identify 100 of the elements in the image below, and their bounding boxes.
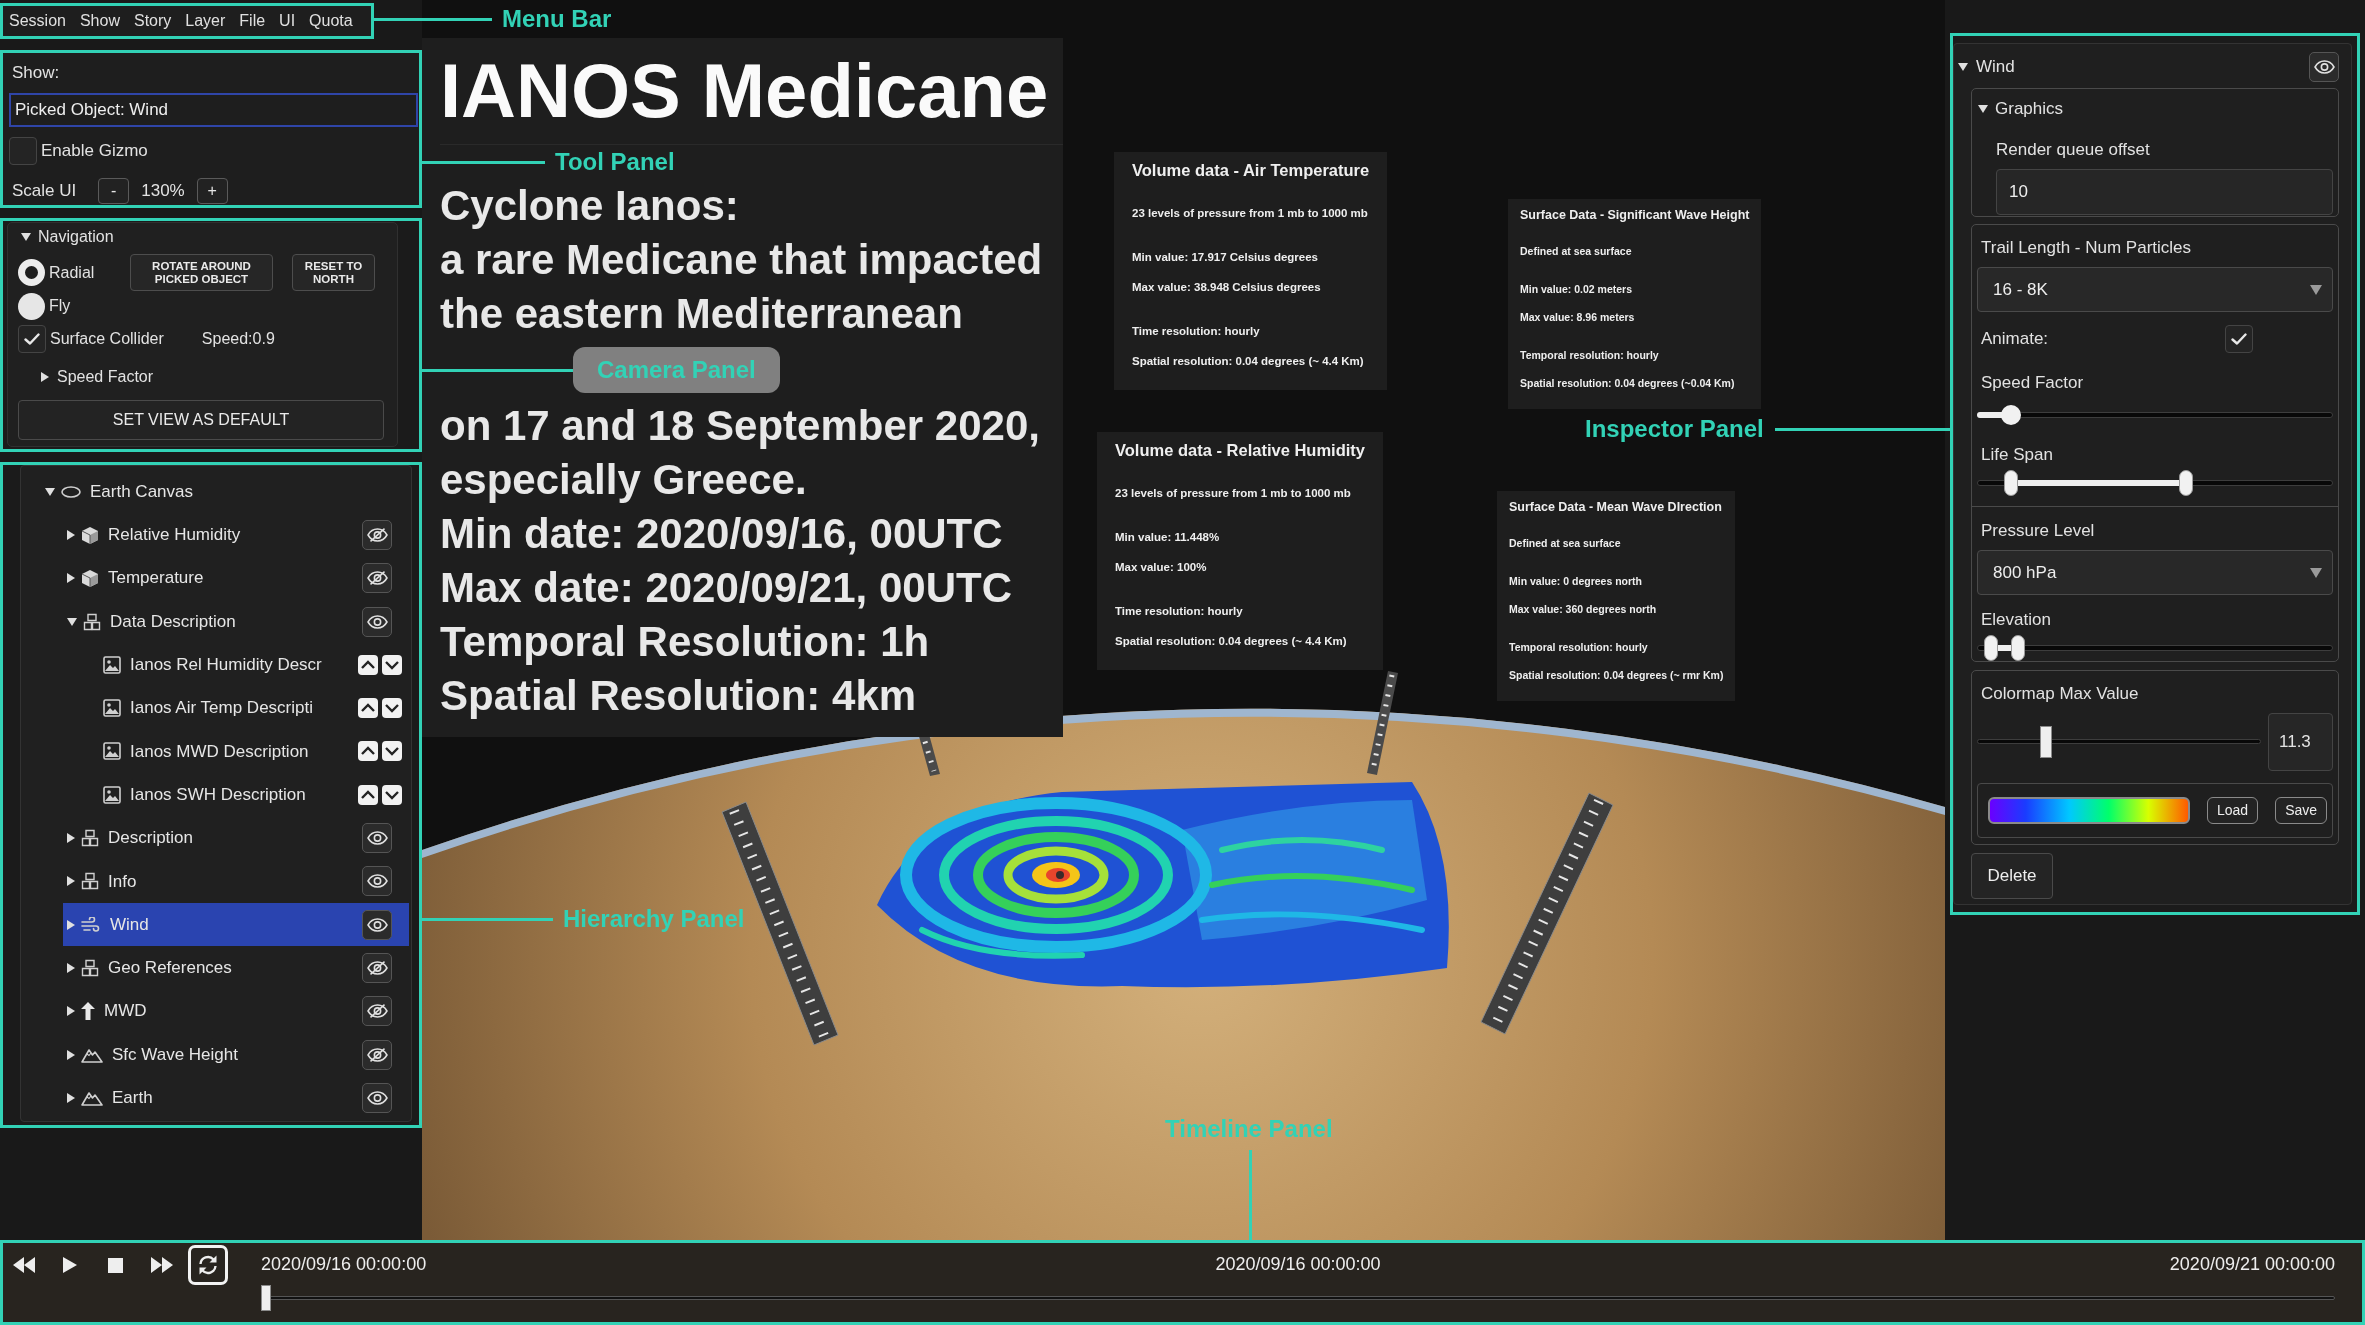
visibility-toggle[interactable] <box>362 563 392 594</box>
menu-item[interactable]: Quota <box>309 11 353 31</box>
tree-row[interactable]: Relative Humidity <box>63 513 409 557</box>
caret-icon[interactable] <box>67 1049 75 1060</box>
chevron-down-icon[interactable] <box>382 741 402 762</box>
slider-thumb[interactable] <box>2004 470 2019 496</box>
render-queue-field[interactable]: 10 <box>1996 169 2333 215</box>
range-slider-track[interactable] <box>1977 470 2333 496</box>
pressure-level-dropdown[interactable]: 800 hPa <box>1977 550 2333 595</box>
visibility-toggle[interactable] <box>362 952 392 983</box>
tree-row[interactable]: Info <box>63 859 409 903</box>
visibility-toggle[interactable] <box>362 823 392 853</box>
loop-toggle[interactable] <box>188 1245 228 1285</box>
stop-icon[interactable] <box>108 1257 123 1273</box>
slider-thumb[interactable] <box>2039 726 2052 758</box>
tree-row[interactable]: Ianos SWH Description <box>85 773 409 817</box>
checkbox[interactable] <box>2225 325 2253 353</box>
slider-track[interactable] <box>1977 726 2261 758</box>
info-card-text: Min value: 11.448% <box>1115 530 1221 545</box>
chevron-up-icon[interactable] <box>358 784 378 805</box>
tree-row[interactable]: Data Description <box>63 599 409 644</box>
tree-row[interactable]: Earth <box>63 1076 409 1120</box>
nav-action-button[interactable]: ROTATE AROUND PICKED OBJECT <box>130 254 273 291</box>
set-default-view-button[interactable]: SET VIEW AS DEFAULT <box>18 400 384 440</box>
save-button[interactable]: Save <box>2275 797 2328 824</box>
slider-thumb[interactable] <box>2000 405 2021 425</box>
tree-row[interactable]: Earth Canvas <box>41 470 409 514</box>
tree-row[interactable]: MWD <box>63 989 409 1033</box>
picked-object-field[interactable]: Picked Object: Wind <box>9 93 418 127</box>
tree-row[interactable]: Ianos Air Temp Descripti <box>85 686 409 730</box>
nav-action-button[interactable]: RESET TO NORTH <box>292 254 375 291</box>
caret-icon[interactable] <box>67 573 75 584</box>
eye-icon <box>366 1090 388 1105</box>
tree-row[interactable]: Ianos MWD Description <box>85 729 409 774</box>
radio-button[interactable] <box>18 292 45 320</box>
story-title: IANOS Medicane <box>440 38 1063 145</box>
caret-icon[interactable] <box>45 487 55 496</box>
chevron-down-icon[interactable] <box>382 784 402 805</box>
delete-button[interactable]: Delete <box>1971 853 2053 899</box>
caret-icon[interactable] <box>67 1092 75 1103</box>
tree-row[interactable]: Ianos Rel Humidity Descr <box>85 643 409 687</box>
caret-icon[interactable] <box>21 233 31 241</box>
caret-icon[interactable] <box>67 1006 75 1017</box>
field-label: Elevation <box>1981 609 2052 631</box>
radio-label: Fly <box>49 296 71 316</box>
caret-icon[interactable] <box>67 833 75 843</box>
tree-row[interactable]: Geo References <box>63 946 409 990</box>
visibility-toggle[interactable] <box>362 519 392 550</box>
tree-row[interactable]: Description <box>63 816 409 860</box>
caret-icon[interactable] <box>1958 63 1968 71</box>
chevron-down-icon[interactable] <box>382 654 402 675</box>
checkbox[interactable] <box>18 325 46 353</box>
caret-icon[interactable] <box>67 617 77 626</box>
image-icon <box>103 785 121 804</box>
chevron-up-icon[interactable] <box>358 741 378 762</box>
colormap-value-field[interactable]: 11.3 <box>2268 713 2333 771</box>
visibility-toggle[interactable] <box>362 909 392 940</box>
visibility-toggle[interactable] <box>362 606 392 637</box>
menu-item[interactable]: UI <box>279 11 296 31</box>
slider-thumb[interactable] <box>2011 635 2026 661</box>
caret-icon[interactable] <box>1978 105 1988 113</box>
caret-icon[interactable] <box>67 962 75 973</box>
load-button[interactable]: Load <box>2207 797 2259 824</box>
chevron-up-icon[interactable] <box>358 698 378 719</box>
increase-button[interactable]: + <box>196 178 228 204</box>
visibility-toggle[interactable] <box>362 1039 392 1070</box>
slider-thumb[interactable] <box>1983 635 1998 661</box>
caret-icon[interactable] <box>41 372 49 382</box>
visibility-toggle[interactable] <box>362 866 392 897</box>
tree-row[interactable]: Wind <box>63 902 409 947</box>
tree-row[interactable]: Sfc Wave Height <box>63 1032 409 1077</box>
caret-icon[interactable] <box>67 919 75 930</box>
3d-viewport[interactable] <box>422 0 1945 1240</box>
tree-item-label: Ianos MWD Description <box>130 740 309 763</box>
menu-item[interactable]: File <box>239 11 266 31</box>
visibility-toggle[interactable] <box>2309 52 2339 82</box>
menu-item[interactable]: Layer <box>185 11 226 31</box>
decrease-button[interactable]: - <box>98 178 130 204</box>
fast-forward-icon[interactable] <box>151 1257 173 1273</box>
menu-item[interactable]: Session <box>9 11 66 31</box>
visibility-toggle[interactable] <box>362 996 392 1027</box>
range-slider-track[interactable] <box>1977 635 2333 661</box>
rewind-icon[interactable] <box>13 1257 35 1273</box>
trail-length-dropdown[interactable]: 16 - 8K <box>1977 267 2333 312</box>
tree-row[interactable]: Temperature <box>63 556 409 600</box>
play-icon[interactable] <box>63 1257 77 1273</box>
visibility-toggle[interactable] <box>362 1082 392 1113</box>
caret-icon[interactable] <box>67 876 75 887</box>
checkbox[interactable] <box>9 137 37 165</box>
chevron-up-icon[interactable] <box>358 654 378 675</box>
colormap-swatch-icon[interactable] <box>1988 797 2190 824</box>
slider-thumb[interactable] <box>261 1285 271 1311</box>
chevron-down-icon[interactable] <box>382 698 402 719</box>
menu-item[interactable]: Story <box>133 11 172 31</box>
menu-item[interactable]: Show <box>79 11 120 31</box>
info-card-text: Max value: 100% <box>1115 560 1208 575</box>
timeline-slider-track[interactable] <box>261 1285 2335 1311</box>
slider-thumb[interactable] <box>2178 470 2193 496</box>
caret-icon[interactable] <box>67 529 75 540</box>
radio-button[interactable] <box>18 259 45 286</box>
